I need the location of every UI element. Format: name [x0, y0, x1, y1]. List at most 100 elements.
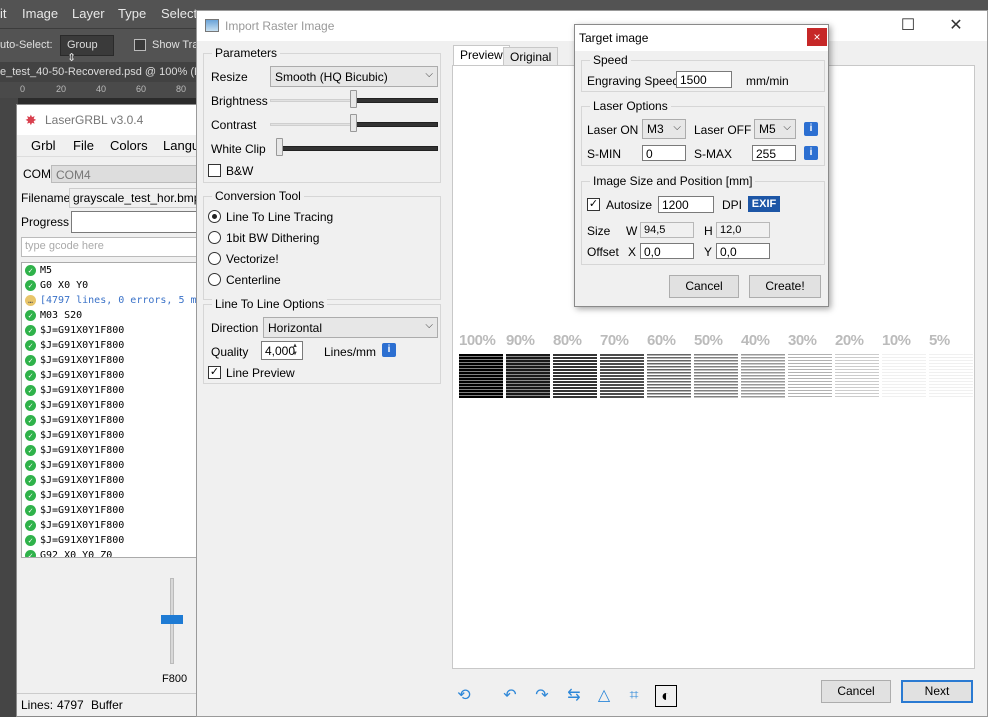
bw-checkbox[interactable]: [208, 164, 221, 177]
rotate-left-icon[interactable]: ↶: [499, 685, 521, 707]
dpi-input[interactable]: 1200: [658, 196, 714, 213]
show-transform-checkbox[interactable]: [134, 39, 146, 51]
chevron-down-icon: ⌵: [783, 122, 791, 133]
line-options-title: Line To Line Options: [212, 297, 328, 311]
engraving-speed-input[interactable]: 1500: [676, 71, 732, 88]
cancel-button[interactable]: Cancel: [821, 680, 891, 703]
dpi-label: DPI: [722, 198, 743, 212]
log-line-text: $J=G91X0Y1F800: [40, 475, 125, 486]
conversion-tool-group: Conversion Tool Line To Line Tracing 1bi…: [203, 189, 441, 300]
check-icon: ✓: [25, 460, 36, 471]
flip-vertical-icon[interactable]: △: [593, 685, 615, 707]
line-preview-checkbox[interactable]: ✓: [208, 366, 221, 379]
tab-preview[interactable]: Preview: [453, 45, 510, 67]
menu-grbl[interactable]: Grbl: [31, 138, 56, 153]
autosize-checkbox[interactable]: ✓: [587, 198, 600, 211]
log-line-text: $J=G91X0Y1F800: [40, 520, 125, 531]
contrast-slider[interactable]: [350, 114, 357, 132]
ruler-tick: 80: [176, 84, 187, 94]
log-line-text: $J=G91X0Y1F800: [40, 430, 125, 441]
smin-value: 0: [646, 147, 653, 161]
smax-input[interactable]: 255: [752, 145, 796, 161]
close-icon[interactable]: ✕: [945, 15, 967, 37]
density-label: 30%: [788, 332, 817, 349]
target-image-dialog: Target image × Speed Engraving Speed 150…: [574, 24, 829, 307]
ps-menu-item[interactable]: it: [0, 6, 7, 21]
quality-label: Quality: [211, 345, 249, 359]
auto-select-dropdown[interactable]: Group ⇕: [60, 35, 114, 64]
contrast-track[interactable]: [354, 122, 438, 127]
smin-input[interactable]: 0: [642, 145, 686, 161]
lasergrbl-window: ✸ LaserGRBL v3.0.4 Grbl File Colors Lang…: [16, 104, 212, 717]
radio-line-to-line[interactable]: [208, 210, 221, 223]
info-icon[interactable]: i: [382, 343, 396, 357]
ps-menu-layer[interactable]: Layer: [72, 6, 105, 21]
rotate-icon[interactable]: ⟲: [453, 685, 475, 707]
direction-label: Direction: [211, 321, 259, 335]
ps-menu-image[interactable]: Image: [22, 6, 58, 21]
chevron-down-icon: ⌵: [673, 122, 681, 133]
laser-on-dropdown[interactable]: M3 ⌵: [642, 119, 686, 139]
density-swatch: [600, 354, 644, 398]
resize-label: Resize: [211, 70, 248, 84]
menu-file[interactable]: File: [73, 138, 94, 153]
menu-language[interactable]: Langu: [163, 138, 199, 153]
log-line: ✓ $J=G91X0Y1F800: [22, 458, 204, 473]
ps-menu-type[interactable]: Type: [118, 6, 146, 21]
log-line: ✓ $J=G91X0Y1F800: [22, 473, 204, 488]
log-line: ✓ $J=G91X0Y1F800: [22, 443, 204, 458]
option-dithering[interactable]: 1bit BW Dithering: [226, 231, 319, 245]
progress-label: Progress: [21, 215, 70, 229]
maximize-icon[interactable]: ☐: [897, 15, 919, 37]
invert-icon[interactable]: ◐: [655, 685, 677, 707]
auto-select-label: uto-Select:: [0, 39, 53, 51]
filename-field[interactable]: grayscale_test_hor.bmp: [69, 188, 211, 208]
filename-label: Filename: [21, 191, 71, 205]
autosize-label: Autosize: [606, 198, 653, 212]
density-label: 80%: [553, 332, 582, 349]
line-preview-label: Line Preview: [226, 366, 295, 380]
jog-speed-slider-thumb[interactable]: [161, 615, 183, 624]
tab-original[interactable]: Original: [503, 47, 559, 67]
resize-dropdown[interactable]: Smooth (HQ Bicubic) ⌵: [270, 66, 438, 87]
com-port-select[interactable]: COM4: [51, 165, 211, 183]
radio-dithering[interactable]: [208, 231, 221, 244]
log-line: ✓ $J=G91X0Y1F800: [22, 383, 204, 398]
whiteclip-slider[interactable]: [276, 138, 283, 156]
brightness-slider[interactable]: [350, 90, 357, 108]
gcode-input[interactable]: type gcode here: [21, 237, 211, 257]
ps-menu-select[interactable]: Select: [161, 6, 197, 21]
check-icon: ✓: [25, 370, 36, 381]
direction-dropdown[interactable]: Horizontal ⌵: [263, 317, 438, 338]
option-line-to-line[interactable]: Line To Line Tracing: [226, 210, 333, 224]
info-icon[interactable]: i: [804, 146, 818, 160]
check-icon: ✓: [25, 445, 36, 456]
menu-colors[interactable]: Colors: [110, 138, 148, 153]
info-icon[interactable]: i: [804, 122, 818, 136]
next-button[interactable]: Next: [901, 680, 973, 703]
option-vectorize[interactable]: Vectorize!: [226, 252, 279, 266]
target-cancel-button[interactable]: Cancel: [669, 275, 739, 298]
create-button[interactable]: Create!: [749, 275, 821, 298]
exif-button[interactable]: EXIF: [748, 196, 780, 212]
brightness-track[interactable]: [354, 98, 438, 103]
radio-vectorize[interactable]: [208, 252, 221, 265]
offset-x-input[interactable]: 0,0: [640, 243, 694, 259]
laser-off-value: M5: [759, 122, 776, 136]
close-icon[interactable]: ×: [807, 28, 827, 46]
offset-y-input[interactable]: 0,0: [716, 243, 770, 259]
quality-unit: Lines/mm: [324, 345, 377, 359]
rotate-right-icon[interactable]: ↷: [531, 685, 553, 707]
gcode-log[interactable]: ✓ M5 ✓ G0 X0 Y0 … [4797 lines, 0 errors, 5 m ✓…: [21, 262, 205, 558]
laser-off-dropdown[interactable]: M5 ⌵: [754, 119, 796, 139]
height-value: 12,0: [720, 224, 742, 236]
log-line-text: M03 S20: [40, 310, 83, 321]
density-swatch: [882, 354, 926, 398]
radio-centerline[interactable]: [208, 273, 221, 286]
whiteclip-track[interactable]: [282, 146, 438, 151]
dpi-value: 1200: [662, 198, 689, 212]
spinner-arrows-icon[interactable]: ▲ ▼: [292, 342, 298, 358]
crop-icon[interactable]: ⌗: [623, 685, 645, 707]
option-centerline[interactable]: Centerline: [226, 273, 281, 287]
flip-horizontal-icon[interactable]: ⇆: [563, 685, 585, 707]
